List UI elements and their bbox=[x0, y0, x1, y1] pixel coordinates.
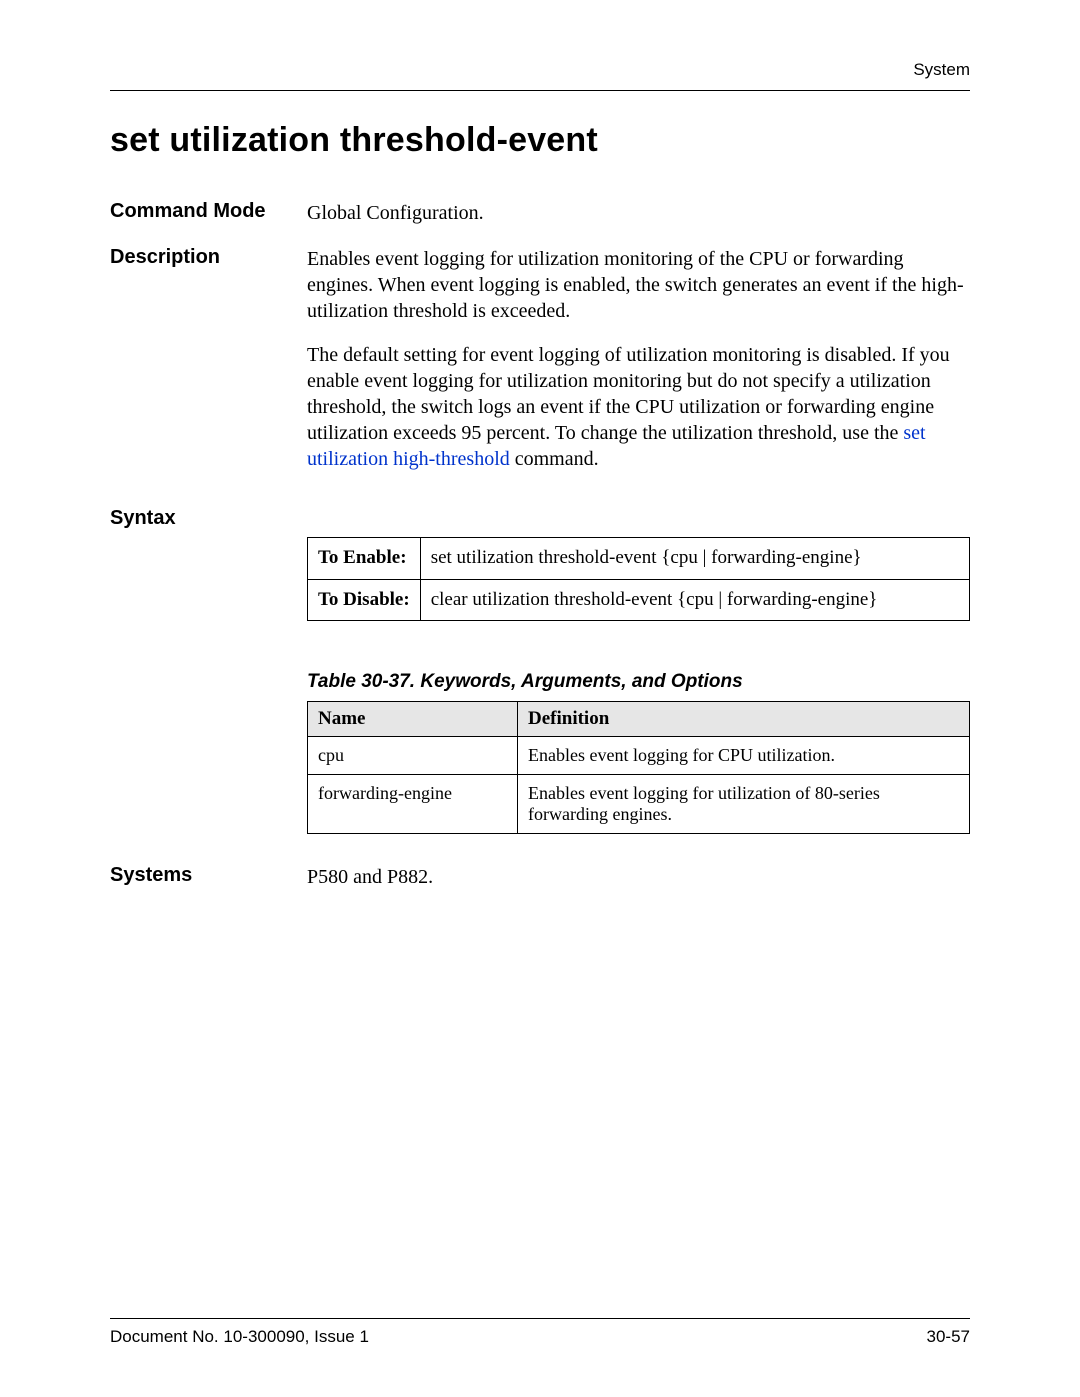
command-mode-label: Command Mode bbox=[110, 200, 307, 226]
footer-page-number: 30-57 bbox=[927, 1327, 970, 1347]
args-table: Name Definition cpu Enables event loggin… bbox=[307, 701, 970, 834]
description-content: Enables event logging for utilization mo… bbox=[307, 246, 970, 472]
table-row: To Disable: clear utilization threshold-… bbox=[308, 579, 970, 621]
args-cell-definition: Enables event logging for utilization of… bbox=[518, 775, 970, 834]
args-header-name: Name bbox=[308, 702, 518, 737]
syntax-disable-value: clear utilization threshold-event {cpu |… bbox=[420, 579, 969, 621]
args-table-caption: Table 30-37. Keywords, Arguments, and Op… bbox=[307, 671, 970, 693]
header-section-label: System bbox=[110, 60, 970, 80]
syntax-enable-value: set utilization threshold-event {cpu | f… bbox=[420, 538, 969, 580]
header-rule bbox=[110, 90, 970, 91]
args-cell-name: forwarding-engine bbox=[308, 775, 518, 834]
syntax-table: To Enable: set utilization threshold-eve… bbox=[307, 537, 970, 621]
syntax-row: Syntax To Enable: set utilization thresh… bbox=[110, 507, 970, 671]
table-row: forwarding-engine Enables event logging … bbox=[308, 775, 970, 834]
syntax-content: To Enable: set utilization threshold-eve… bbox=[307, 507, 970, 671]
description-para2-suffix: command. bbox=[510, 448, 599, 470]
footer-rule bbox=[110, 1318, 970, 1319]
args-table-block: Table 30-37. Keywords, Arguments, and Op… bbox=[307, 671, 970, 834]
args-cell-definition: Enables event logging for CPU utilizatio… bbox=[518, 737, 970, 775]
systems-label: Systems bbox=[110, 864, 307, 890]
command-mode-value: Global Configuration. bbox=[307, 200, 970, 226]
footer: Document No. 10-300090, Issue 1 30-57 bbox=[110, 1318, 970, 1347]
description-row: Description Enables event logging for ut… bbox=[110, 246, 970, 472]
description-para1: Enables event logging for utilization mo… bbox=[307, 246, 970, 324]
args-cell-name: cpu bbox=[308, 737, 518, 775]
syntax-enable-label: To Enable: bbox=[308, 538, 421, 580]
description-para2-prefix: The default setting for event logging of… bbox=[307, 344, 950, 444]
systems-value: P580 and P882. bbox=[307, 864, 970, 890]
table-row: cpu Enables event logging for CPU utiliz… bbox=[308, 737, 970, 775]
systems-row: Systems P580 and P882. bbox=[110, 864, 970, 890]
description-label: Description bbox=[110, 246, 307, 472]
args-header-definition: Definition bbox=[518, 702, 970, 737]
page-title: set utilization threshold-event bbox=[110, 121, 970, 160]
description-para2: The default setting for event logging of… bbox=[307, 342, 970, 472]
syntax-disable-label: To Disable: bbox=[308, 579, 421, 621]
syntax-label: Syntax bbox=[110, 507, 307, 671]
table-row: Name Definition bbox=[308, 702, 970, 737]
command-mode-row: Command Mode Global Configuration. bbox=[110, 200, 970, 226]
table-row: To Enable: set utilization threshold-eve… bbox=[308, 538, 970, 580]
footer-doc-number: Document No. 10-300090, Issue 1 bbox=[110, 1327, 369, 1347]
